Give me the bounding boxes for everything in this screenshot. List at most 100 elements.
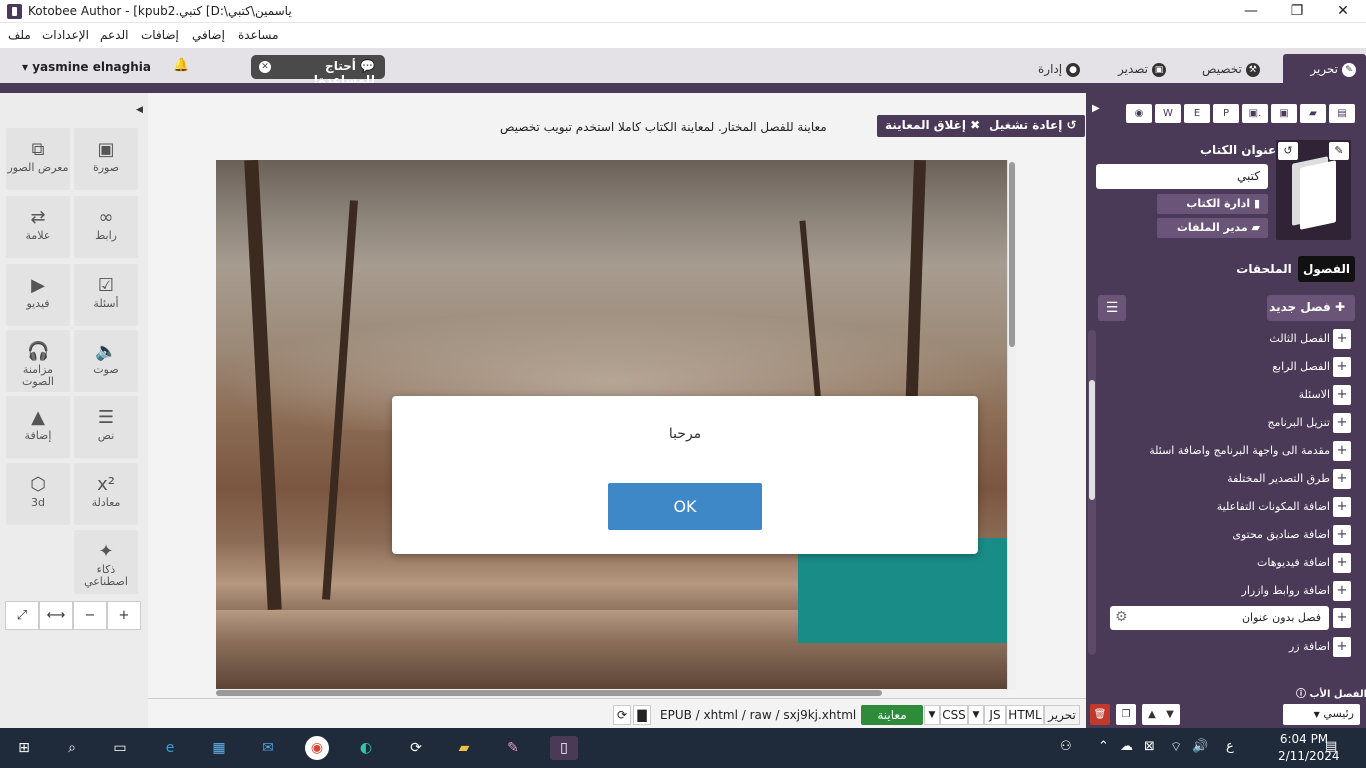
menu-addons[interactable]: إضافات	[141, 28, 179, 42]
replay-button[interactable]: ↺ إعادة تشغيل	[981, 115, 1085, 137]
refresh-icon[interactable]: ⟳	[613, 705, 631, 725]
edge-icon[interactable]: ◐	[354, 736, 378, 760]
chapter-item[interactable]: مقدمة الى واجهة البرنامج واضافة اسئلة	[1100, 440, 1330, 462]
hamburger-menu-icon[interactable]: ☰	[1098, 295, 1126, 321]
chapter-item[interactable]: الفصل الثالث	[1100, 328, 1330, 350]
book-title-input[interactable]: كتبي	[1096, 164, 1268, 189]
reset-cover-icon[interactable]: ↺	[1278, 142, 1298, 160]
expand-plus-icon[interactable]: +	[1333, 497, 1351, 517]
edit-button[interactable]: تحرير	[1044, 705, 1080, 725]
collapse-left-icon[interactable]: ◀	[136, 105, 143, 115]
dismiss-help-icon[interactable]: ✕	[259, 61, 271, 73]
minimize-button[interactable]: —	[1228, 0, 1274, 23]
expand-plus-icon[interactable]: +	[1333, 469, 1351, 489]
export-file-icon[interactable]: E	[1184, 104, 1210, 123]
chapter-item[interactable]: اضافة صناديق محتوى	[1100, 524, 1330, 546]
tab-manage[interactable]: ●إدارة	[1028, 54, 1090, 83]
collapse-right-icon[interactable]: ▶	[1092, 103, 1100, 114]
network-x-icon[interactable]: ⊠	[1144, 739, 1155, 754]
expand-plus-icon[interactable]: +	[1333, 608, 1351, 628]
chapter-item[interactable]: اضافة فيديوهات	[1100, 552, 1330, 574]
app-icon[interactable]: ⟳	[404, 736, 428, 760]
kotobee-taskbar-icon[interactable]: ▯	[550, 736, 578, 760]
volume-icon[interactable]: 🔊	[1192, 739, 1208, 754]
zoom-in-icon[interactable]: +	[107, 601, 141, 630]
file-explorer-icon[interactable]: ▰	[452, 736, 476, 760]
expand-plus-icon[interactable]: +	[1333, 553, 1351, 573]
tab-export[interactable]: ▣تصدير	[1108, 54, 1176, 83]
tool-bookmark[interactable]: ⇄ علامة	[6, 196, 70, 258]
menu-file[interactable]: ملف	[8, 28, 31, 42]
chevron-down-icon[interactable]: ▼	[968, 705, 984, 725]
selected-chapter-title-input[interactable]: فصل بدون عنوان ⚙	[1110, 606, 1329, 630]
bell-icon[interactable]: 🔔	[173, 58, 189, 73]
chapters-scrollbar[interactable]	[1088, 330, 1096, 655]
parent-chapter-select[interactable]: رئيسي ▼	[1283, 704, 1360, 725]
menu-help[interactable]: مساعدة	[238, 28, 279, 42]
new-chapter-button[interactable]: ✚ فصل جديد	[1267, 295, 1355, 321]
chevron-up-icon[interactable]: ⌃	[1098, 739, 1109, 754]
chapter-item[interactable]: طرق التصدير المختلفة	[1100, 468, 1330, 490]
help-button[interactable]: 💬 أحتاج للمساعدة! ✕	[251, 55, 385, 87]
expand-plus-icon[interactable]: +	[1333, 413, 1351, 433]
tool-audio[interactable]: 🔈 صوت	[74, 330, 138, 392]
html-button[interactable]: HTML	[1006, 705, 1044, 725]
tool-text[interactable]: ☰ نص	[74, 396, 138, 458]
move-up-icon[interactable]: ▲	[1142, 704, 1162, 725]
manage-book-button[interactable]: ▮ ادارة الكتاب	[1157, 194, 1268, 214]
zoom-out-icon[interactable]: −	[73, 601, 107, 630]
wifi-icon[interactable]: ⌔	[1170, 739, 1182, 755]
chapter-item[interactable]: الاسئلة	[1100, 384, 1330, 406]
chevron-down-icon[interactable]: ▼	[924, 705, 940, 725]
tab-edit[interactable]: ✎ تحرير	[1283, 54, 1366, 83]
tool-ai[interactable]: ✦ ذكاء اصطناعي	[74, 530, 138, 594]
tab-appendices[interactable]: الملحقات	[1230, 256, 1298, 282]
move-down-icon[interactable]: ▼	[1160, 704, 1180, 725]
chapter-item[interactable]: الفصل الرابع	[1100, 356, 1330, 378]
preview-vertical-scrollbar[interactable]	[1007, 160, 1016, 690]
windows-start-icon[interactable]: ⊞	[12, 736, 36, 760]
ie-icon[interactable]: e	[158, 736, 182, 760]
js-button[interactable]: JS	[984, 705, 1006, 725]
people-icon[interactable]: ⚇	[1060, 739, 1072, 754]
tool-questions[interactable]: ☑ أسئلة	[74, 264, 138, 326]
tab-chapters[interactable]: الفصول	[1298, 256, 1355, 282]
gear-icon[interactable]: ⚙	[1115, 609, 1128, 625]
preview-horizontal-scrollbar[interactable]	[216, 689, 1007, 697]
scrollbar-thumb[interactable]	[1089, 380, 1095, 500]
menu-support[interactable]: الدعم	[100, 28, 128, 42]
save-as-icon[interactable]: ▣.	[1242, 104, 1268, 123]
scrollbar-thumb[interactable]	[1009, 162, 1015, 347]
tool-audio-sync[interactable]: 🎧 مزامنة الصوت	[6, 330, 70, 392]
save-icon[interactable]: ▣	[1271, 104, 1297, 123]
close-button[interactable]: ✕	[1320, 0, 1366, 23]
tool-video[interactable]: ▶ فيديو	[6, 264, 70, 326]
chapter-item[interactable]: اضافة زر	[1100, 636, 1330, 658]
fit-screen-icon[interactable]: ⤢	[5, 601, 39, 630]
ok-button[interactable]: OK	[608, 483, 762, 530]
menu-settings[interactable]: الإعدادات	[42, 28, 89, 42]
preview-button[interactable]: معاينة	[861, 705, 923, 725]
expand-plus-icon[interactable]: +	[1333, 357, 1351, 377]
store-icon[interactable]: ▦	[207, 736, 231, 760]
paint-icon[interactable]: ✎	[501, 736, 525, 760]
duplicate-icon[interactable]: ❐	[1116, 704, 1136, 725]
notifications-icon[interactable]: ▤	[1325, 739, 1337, 754]
delete-icon[interactable]: 🗑	[1090, 704, 1110, 725]
fit-width-icon[interactable]: ⟷	[39, 601, 73, 630]
chapter-item[interactable]: اضافة المكونات التفاعلية	[1100, 496, 1330, 518]
folder-icon[interactable]: ▇	[633, 705, 651, 725]
expand-plus-icon[interactable]: +	[1333, 441, 1351, 461]
clock[interactable]: 6:04 PM 2/11/2024	[1278, 731, 1340, 765]
tool-add[interactable]: ▲ إضافة	[6, 396, 70, 458]
chrome-icon[interactable]: ◉	[305, 736, 329, 760]
edit-cover-icon[interactable]: ✎	[1329, 142, 1349, 160]
globe-icon[interactable]: ◉	[1126, 104, 1152, 123]
book-cover[interactable]: ↺ ✎	[1276, 140, 1351, 240]
expand-plus-icon[interactable]: +	[1333, 385, 1351, 405]
tool-equation[interactable]: x² معادلة	[74, 463, 138, 525]
tab-customize[interactable]: ⚒تخصيص	[1192, 54, 1270, 83]
user-menu[interactable]: ▾ yasmine elnaghia	[22, 60, 151, 74]
expand-plus-icon[interactable]: +	[1333, 581, 1351, 601]
pdf-icon[interactable]: P	[1213, 104, 1239, 123]
